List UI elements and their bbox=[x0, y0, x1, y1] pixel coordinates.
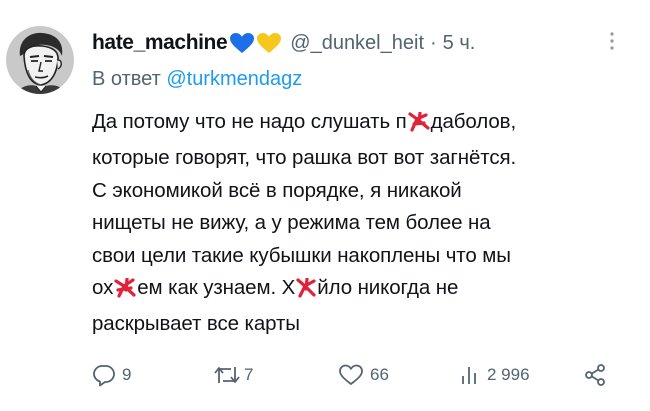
repost-count: 7 bbox=[244, 365, 254, 384]
like-button[interactable]: 66 bbox=[338, 360, 389, 390]
censor-mark bbox=[408, 110, 430, 142]
censor-mark bbox=[114, 276, 136, 308]
reply-mention-link[interactable]: @turkmendagz bbox=[166, 68, 302, 90]
repost-button[interactable]: 7 bbox=[212, 360, 253, 390]
view-count: 2 996 bbox=[487, 365, 530, 384]
repost-icon bbox=[214, 367, 240, 383]
text-line: которые говорят, что рашка вот вот загнё… bbox=[92, 146, 517, 170]
avatar-image bbox=[6, 26, 74, 94]
more-vertical-icon bbox=[610, 32, 614, 50]
text-line: раскрывает все карты bbox=[92, 312, 300, 336]
more-options-button[interactable] bbox=[605, 29, 619, 55]
text-line: С экономикой всё в порядке, я никакой bbox=[92, 178, 462, 202]
reply-icon bbox=[93, 365, 115, 387]
tweet-text: Да потому что не надо слушать п даболов, … bbox=[92, 106, 637, 341]
emoji-hearts bbox=[229, 32, 282, 54]
timestamp[interactable]: 5 ч. bbox=[443, 32, 476, 55]
reply-count: 9 bbox=[122, 365, 132, 384]
tweet-header: hate_machine @_dunkel_heit · 5 ч. bbox=[92, 30, 475, 56]
share-icon bbox=[585, 364, 605, 386]
share-button[interactable] bbox=[583, 360, 607, 390]
heart-icon bbox=[339, 364, 363, 385]
avatar[interactable] bbox=[6, 26, 74, 94]
action-bar: 9 7 66 2 996 bbox=[0, 360, 650, 390]
separator-dot: · bbox=[430, 31, 437, 54]
reply-context: В ответ @turkmendagz bbox=[92, 68, 302, 91]
text-line: Да потому что не надо слушать п даболов, bbox=[92, 106, 637, 142]
yellow-heart-icon bbox=[257, 33, 282, 53]
reply-prefix: В ответ bbox=[92, 68, 161, 90]
text-line: свои цели такие кубышки накоплены что мы bbox=[92, 243, 511, 267]
censor-mark bbox=[296, 276, 316, 308]
like-count: 66 bbox=[370, 365, 389, 384]
analytics-bar-icon bbox=[462, 367, 476, 384]
views-button[interactable]: 2 996 bbox=[459, 360, 530, 390]
tweet[interactable]: hate_machine @_dunkel_heit · 5 ч. В отве… bbox=[0, 0, 650, 411]
display-name[interactable]: hate_machine bbox=[92, 31, 228, 55]
reply-button[interactable]: 9 bbox=[92, 360, 131, 390]
text-line: нищеты не вижу, а у режима тем более на bbox=[92, 211, 491, 235]
user-handle[interactable]: @_dunkel_heit bbox=[290, 32, 424, 55]
blue-heart-icon bbox=[230, 33, 255, 53]
text-line: ох ем как узнаем. Хйло никогда не bbox=[92, 272, 637, 308]
